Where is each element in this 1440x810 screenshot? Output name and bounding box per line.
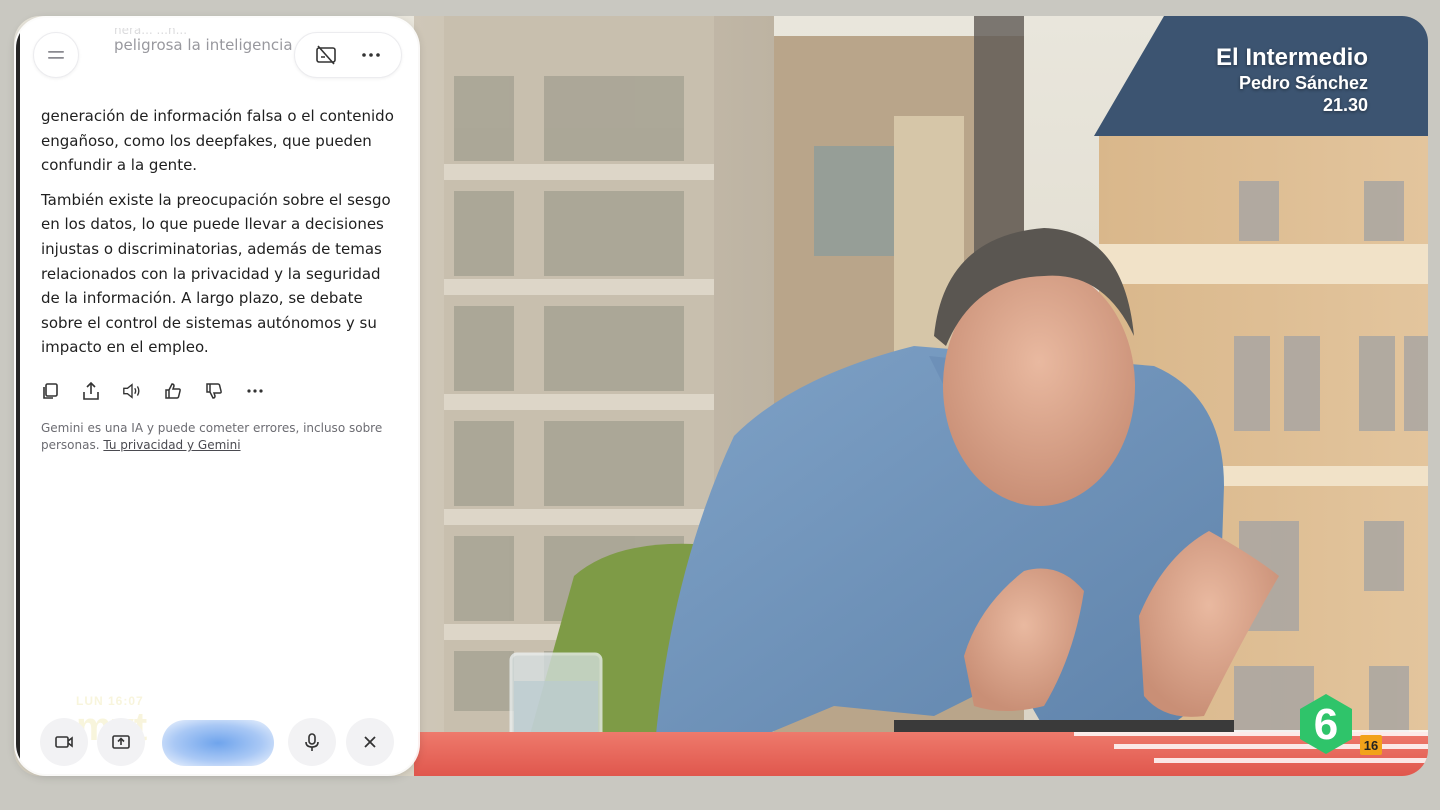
captions-off-button[interactable] (306, 35, 346, 75)
air-time: 21.30 (1322, 95, 1368, 115)
captions-off-icon (315, 45, 336, 65)
guest-name: Pedro Sánchez (1238, 73, 1368, 93)
response-paragraph: generación de información falsa o el con… (41, 107, 394, 175)
gemini-disclaimer: Gemini es una IA y puede cometer errores… (41, 420, 401, 454)
live-controls-bar (16, 704, 418, 774)
microphone-icon (305, 733, 319, 751)
more-horizontal-icon (247, 389, 263, 393)
like-button[interactable] (163, 381, 183, 401)
response-paragraph: También existe la preocupación sobre el … (41, 190, 391, 357)
close-icon (364, 736, 376, 748)
thumbs-down-icon (206, 383, 222, 399)
privacy-link[interactable]: Tu privacidad y Gemini (103, 438, 240, 452)
close-button[interactable] (346, 718, 394, 766)
screen-share-icon (112, 735, 130, 749)
thumbs-up-icon (165, 383, 181, 399)
show-title-overlay: El Intermedio Pedro Sánchez 21.30 (1216, 44, 1368, 116)
video-camera-icon (55, 736, 73, 748)
read-aloud-button[interactable] (122, 381, 142, 401)
share-icon (83, 381, 99, 400)
speaker-icon (123, 383, 140, 399)
gemini-phone-screen: nera... ...n... peligrosa la inteligenci… (16, 18, 418, 774)
gemini-live-indicator (162, 720, 274, 766)
menu-button[interactable] (33, 32, 79, 78)
top-actions-pill (294, 32, 402, 78)
more-horizontal-icon (361, 53, 380, 57)
camera-button[interactable] (40, 718, 88, 766)
share-button[interactable] (81, 381, 101, 401)
more-actions-button[interactable] (245, 381, 265, 401)
response-actions (40, 379, 265, 403)
svg-text:6: 6 (1314, 700, 1338, 749)
microphone-button[interactable] (288, 718, 336, 766)
more-options-button[interactable] (351, 35, 391, 75)
menu-icon (48, 51, 64, 59)
show-name: El Intermedio (1215, 44, 1368, 71)
dislike-button[interactable] (204, 381, 224, 401)
copy-icon (43, 383, 58, 399)
copy-button[interactable] (40, 381, 60, 401)
gemini-response: generación de información falsa o el con… (41, 104, 401, 370)
age-rating-badge: 16 (1360, 735, 1382, 755)
channel-6-logo-icon: 6 (1300, 694, 1352, 754)
screen-share-button[interactable] (97, 718, 145, 766)
